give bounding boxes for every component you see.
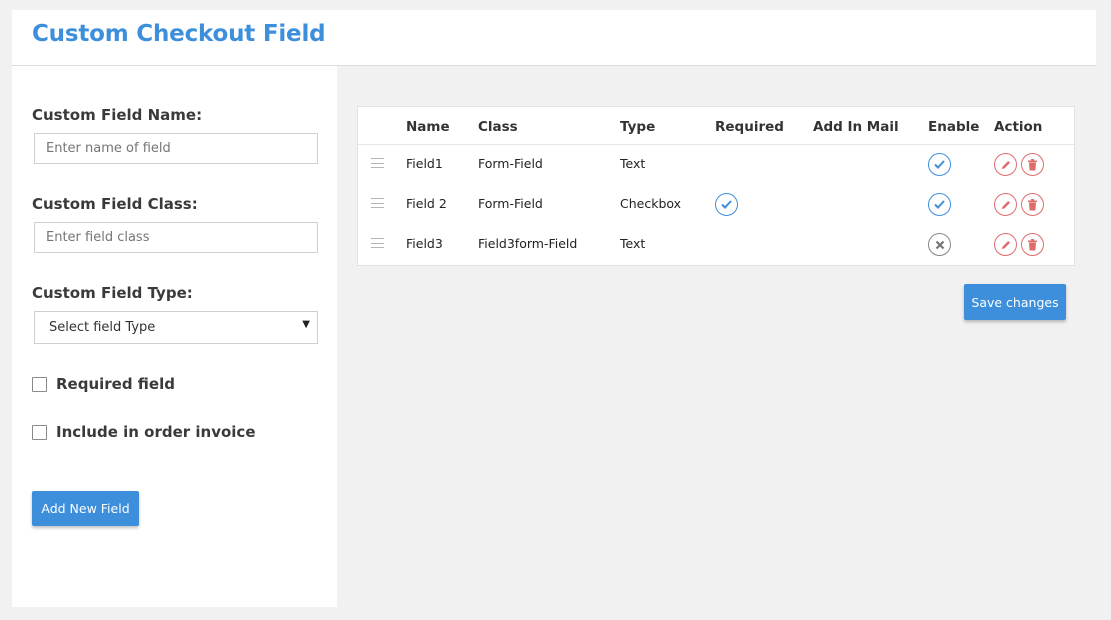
drag-handle-icon[interactable] [371,238,384,248]
enable-check-icon[interactable] [928,153,951,176]
row-type: Text [620,156,646,171]
page-header: Custom Checkout Field [12,10,1096,66]
column-header-required: Required [715,119,784,135]
field-name-label: Custom Field Name: [32,106,203,124]
page-title: Custom Checkout Field [32,21,326,47]
add-new-field-button[interactable]: Add New Field [32,491,139,526]
column-header-enable: Enable [928,119,980,135]
field-name-input[interactable] [34,133,318,164]
disabled-x-icon[interactable] [928,233,951,256]
required-field-checkbox[interactable] [32,376,47,392]
row-name: Field3 [406,236,443,251]
drag-handle-icon[interactable] [371,158,384,168]
edit-pencil-icon[interactable] [994,153,1017,176]
field-type-label: Custom Field Type: [32,284,193,302]
table-row: Field1 Form-Field Text [358,146,1074,186]
save-changes-button[interactable]: Save changes [964,284,1066,320]
field-type-selected: Select field Type [49,320,156,335]
row-name: Field 2 [406,196,447,211]
field-class-label: Custom Field Class: [32,195,198,213]
include-invoice-checkbox[interactable] [32,424,47,440]
column-header-class: Class [478,119,518,135]
required-field-option[interactable]: Required field [32,375,175,393]
required-check-icon[interactable] [715,193,738,216]
column-header-add-in-mail: Add In Mail [813,119,899,135]
row-name: Field1 [406,156,443,171]
include-invoice-label: Include in order invoice [56,423,256,441]
field-type-select[interactable]: Select field Type ▼ [34,311,318,344]
edit-pencil-icon[interactable] [994,233,1017,256]
fields-table: Name Class Type Required Add In Mail Ena… [357,106,1075,266]
row-type: Text [620,236,646,251]
delete-trash-icon[interactable] [1021,193,1044,216]
include-invoice-option[interactable]: Include in order invoice [32,423,256,441]
column-header-name: Name [406,119,450,135]
row-class: Form-Field [478,156,543,171]
row-class: Field3form-Field [478,236,578,251]
drag-handle-icon[interactable] [371,198,384,208]
delete-trash-icon[interactable] [1021,153,1044,176]
column-header-type: Type [620,119,656,135]
delete-trash-icon[interactable] [1021,233,1044,256]
add-field-panel: Custom Field Name: Custom Field Class: C… [12,66,337,607]
table-header: Name Class Type Required Add In Mail Ena… [358,107,1074,145]
column-header-action: Action [994,119,1043,135]
table-row: Field 2 Form-Field Checkbox [358,186,1074,226]
row-class: Form-Field [478,196,543,211]
table-row: Field3 Field3form-Field Text [358,226,1074,266]
enable-check-icon[interactable] [928,193,951,216]
edit-pencil-icon[interactable] [994,193,1017,216]
row-type: Checkbox [620,196,682,211]
required-field-label: Required field [56,375,175,393]
chevron-down-icon: ▼ [302,319,310,330]
field-class-input[interactable] [34,222,318,253]
